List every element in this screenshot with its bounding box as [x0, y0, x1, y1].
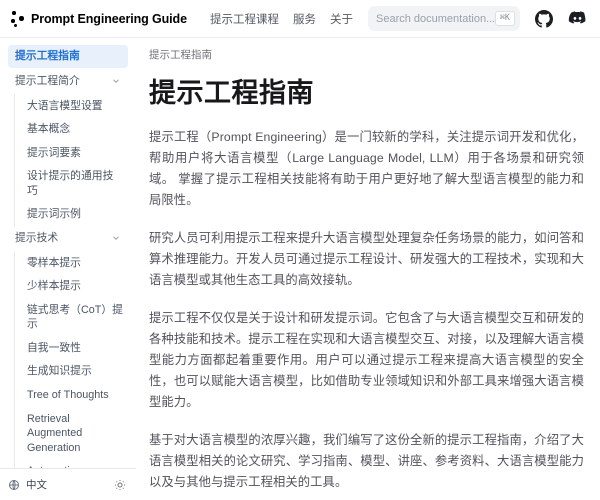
sidebar-item-label: 提示工程指南: [15, 49, 80, 64]
sidebar-item-label: 提示词示例: [27, 207, 81, 222]
sidebar-item[interactable]: 提示工程指南: [8, 45, 128, 68]
sidebar-footer: 中文: [0, 468, 136, 500]
sidebar-nav: 提示工程指南提示工程简介大语言模型设置基本概念提示词要素设计提示的通用技巧提示词…: [0, 38, 136, 468]
nav-link-1[interactable]: 服务: [293, 11, 316, 27]
sidebar-item-label: 零样本提示: [27, 256, 81, 271]
sidebar-item-label: 提示工程简介: [15, 74, 80, 89]
language-switcher[interactable]: 中文: [8, 477, 47, 492]
sidebar-item-label: 自我一致性: [27, 341, 81, 356]
sidebar-item[interactable]: 自我一致性: [14, 336, 128, 360]
header-nav-links: 提示工程课程服务关于: [210, 11, 353, 27]
discord-link[interactable]: [568, 11, 587, 26]
page-title: 提示工程指南: [149, 71, 584, 110]
sidebar-item-label: 设计提示的通用技巧: [27, 169, 124, 198]
logo[interactable]: Prompt Engineering Guide: [11, 10, 187, 27]
nav-link-0[interactable]: 提示工程课程: [210, 11, 279, 27]
article-body: 提示工程（Prompt Engineering）是一门较新的学科，关注提示词开发…: [149, 127, 584, 493]
github-icon: [535, 10, 553, 28]
logo-text: Prompt Engineering Guide: [31, 12, 187, 26]
header-nav: 提示工程课程服务关于 Search documentation... ⌘K: [210, 6, 587, 31]
sun-icon: [114, 479, 126, 491]
breadcrumb: 提示工程指南: [149, 47, 584, 62]
sidebar-item[interactable]: Tree of Thoughts: [14, 383, 128, 407]
search-placeholder: Search documentation...: [376, 13, 495, 25]
sidebar-item[interactable]: 大语言模型设置: [14, 94, 128, 118]
header: Prompt Engineering Guide 提示工程课程服务关于 Sear…: [0, 0, 600, 38]
sidebar-item[interactable]: 提示技术: [8, 227, 128, 250]
sidebar-item[interactable]: 零样本提示: [14, 251, 128, 275]
paragraph: 提示工程（Prompt Engineering）是一门较新的学科，关注提示词开发…: [149, 127, 584, 211]
sidebar-item[interactable]: 基本概念: [14, 118, 128, 142]
page: Prompt Engineering Guide 提示工程课程服务关于 Sear…: [0, 0, 600, 500]
sidebar-item-label: 提示词要素: [27, 146, 81, 161]
main-content: 提示工程指南 提示工程指南 提示工程（Prompt Engineering）是一…: [136, 38, 600, 500]
sidebar-item-label: Retrieval Augmented Generation: [27, 412, 124, 456]
theme-toggle[interactable]: [114, 479, 126, 491]
sidebar-item[interactable]: Automatic Reasoning and Tool-use: [14, 460, 128, 468]
sidebar-item-label: 提示技术: [15, 231, 58, 246]
sidebar-item-label: Tree of Thoughts: [27, 388, 109, 403]
sidebar-item-label: 生成知识提示: [27, 364, 92, 379]
chevron-down-icon: [111, 233, 121, 243]
sidebar-item[interactable]: 提示工程简介: [8, 70, 128, 93]
logo-dots-icon: [11, 10, 24, 27]
sidebar-item[interactable]: 设计提示的通用技巧: [14, 165, 128, 203]
sidebar-item-label: 少样本提示: [27, 279, 81, 294]
sidebar-item[interactable]: 提示词示例: [14, 203, 128, 227]
sidebar-item-label: 基本概念: [27, 122, 70, 137]
search-input[interactable]: Search documentation... ⌘K: [368, 6, 520, 31]
chevron-down-icon: [111, 76, 121, 86]
sidebar-item-label: 链式思考（CoT）提示: [27, 303, 124, 332]
sidebar-item[interactable]: Retrieval Augmented Generation: [14, 407, 128, 460]
sidebar-item[interactable]: 提示词要素: [14, 141, 128, 165]
github-link[interactable]: [535, 10, 553, 28]
discord-icon: [568, 11, 587, 26]
globe-icon: [8, 479, 20, 491]
nav-link-2[interactable]: 关于: [330, 11, 353, 27]
paragraph: 研究人员可利用提示工程来提升大语言模型处理复杂任务场景的能力，如问答和算术推理能…: [149, 228, 584, 291]
search-shortcut-kbd: ⌘K: [495, 11, 515, 25]
sidebar-item[interactable]: 少样本提示: [14, 275, 128, 299]
sidebar-item[interactable]: 生成知识提示: [14, 360, 128, 384]
body: 提示工程指南提示工程简介大语言模型设置基本概念提示词要素设计提示的通用技巧提示词…: [0, 38, 600, 500]
paragraph: 基于对大语言模型的浓厚兴趣，我们编写了这份全新的提示工程指南，介绍了大语言模型相…: [149, 430, 584, 493]
sidebar-item-label: 大语言模型设置: [27, 99, 103, 114]
paragraph: 提示工程不仅仅是关于设计和研发提示词。它包含了与大语言模型交互和研发的各种技能和…: [149, 308, 584, 413]
sidebar-item[interactable]: 链式思考（CoT）提示: [14, 298, 128, 336]
language-label: 中文: [26, 477, 47, 492]
sidebar: 提示工程指南提示工程简介大语言模型设置基本概念提示词要素设计提示的通用技巧提示词…: [0, 38, 136, 500]
